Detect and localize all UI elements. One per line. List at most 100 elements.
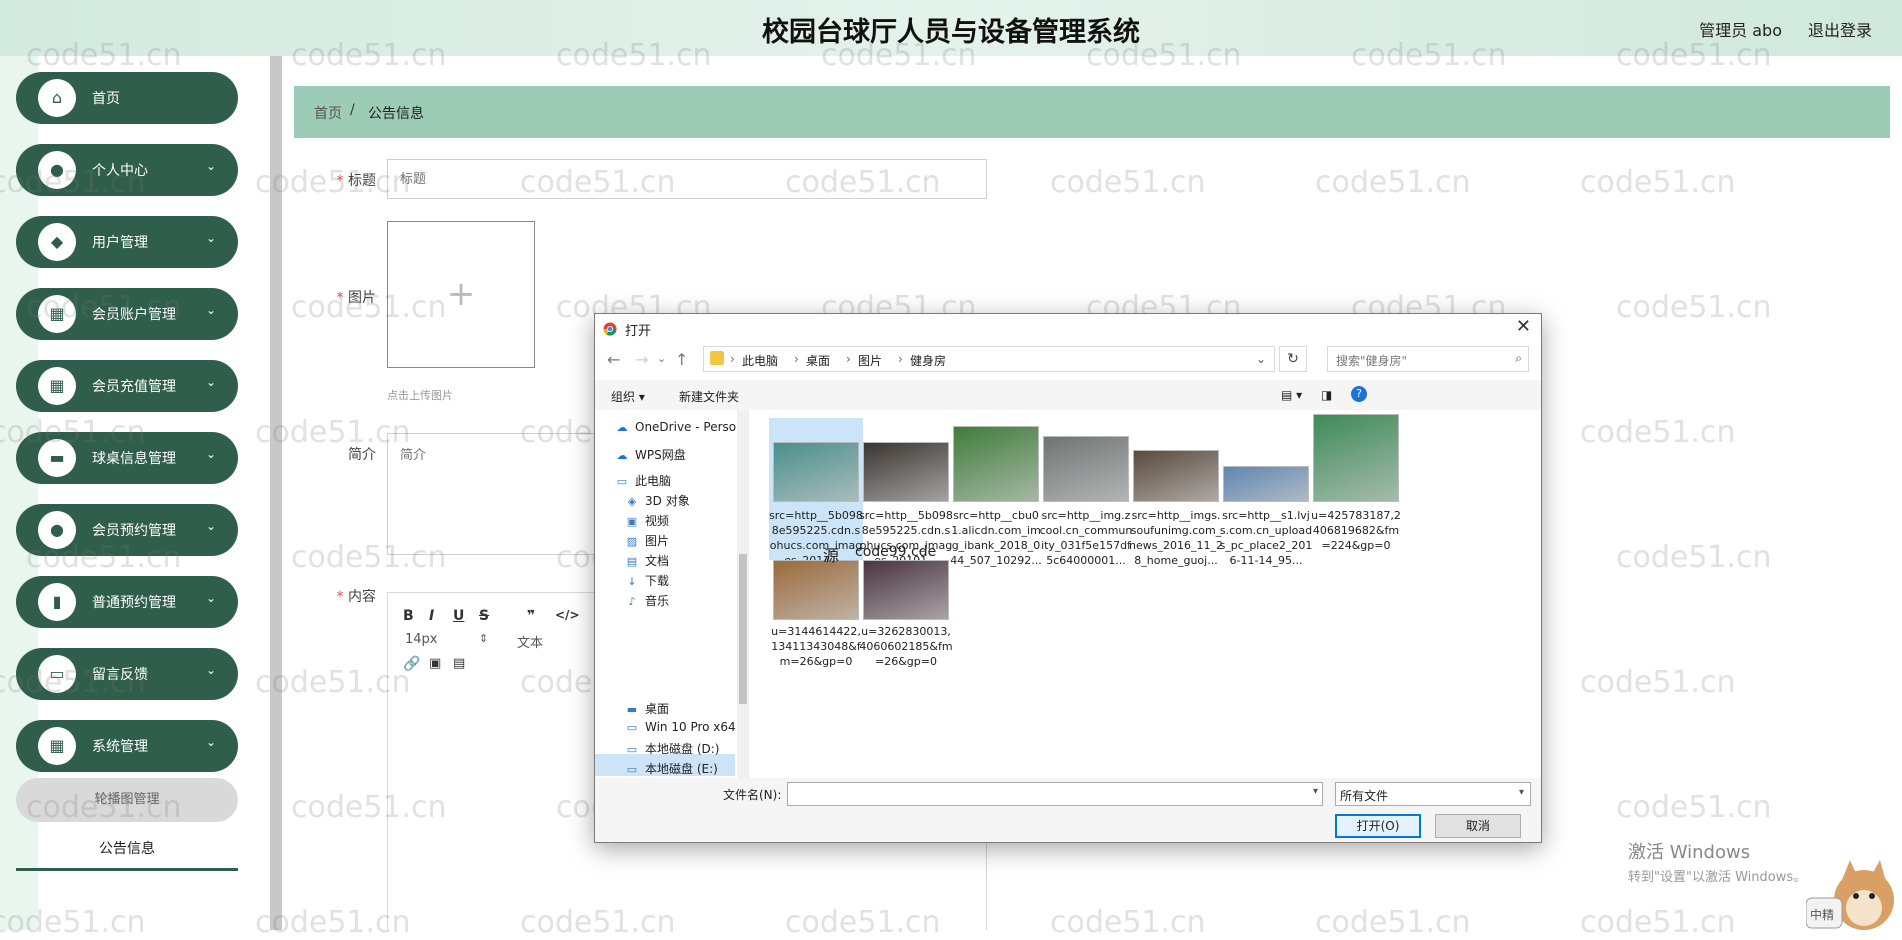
watermark-text: code51.cn [1616, 38, 1772, 73]
dialog-title: 打开 [625, 324, 652, 339]
watermark-text: code51.cn [1050, 905, 1206, 940]
file-name: u=425783187,2406819682&fm=224&gp=0 [1311, 509, 1401, 552]
tree-item-label: 图片 [645, 534, 670, 548]
recent-chevron-icon[interactable]: ⌄ [657, 352, 666, 365]
watermark-text: code51.cn [255, 665, 411, 700]
file-item[interactable]: src=http__img.zcool.cn_community_031f5e1… [1039, 418, 1133, 567]
open-button[interactable]: 打开(O) [1335, 814, 1421, 838]
path-segment-3[interactable]: 健身房 [910, 352, 946, 369]
up-arrow-icon[interactable]: ↑ [675, 350, 688, 369]
help-icon[interactable]: ? [1351, 386, 1367, 402]
file-item[interactable]: u=3262830013,4060602185&fm=26&gp=0 [859, 558, 953, 700]
file-list: src=http__5b0988e595225.cdn.sohucs.com_i… [751, 410, 1541, 778]
path-segment-2[interactable]: 图片 [858, 352, 882, 369]
path-sep-icon: › [898, 352, 903, 366]
grid-icon: ▦ [38, 367, 76, 405]
font-size-select[interactable]: 14px [405, 632, 438, 647]
image-insert-icon[interactable]: ▣ [429, 656, 441, 671]
tree-item-5[interactable]: ▨ 图片 [625, 532, 669, 549]
picture-icon: ▨ [626, 535, 638, 548]
file-item[interactable]: u=425783187,2406819682&fm=224&gp=0 [1309, 414, 1403, 560]
computer-icon: ▭ [616, 475, 628, 488]
breadcrumb: 首页 / 公告信息 [294, 86, 1890, 138]
watermark-text: code51.cn [291, 38, 447, 73]
tree-item-label: 本地磁盘 (D:) [645, 742, 720, 756]
path-sep-icon: › [794, 352, 799, 366]
file-item[interactable]: src=http__s1.lvjs.com.cn_uploads_pc_plac… [1219, 418, 1313, 567]
video-insert-icon[interactable]: ▤ [453, 656, 465, 671]
navigation-tree: ☁ OneDrive - Perso ☁ WPS网盘 ▭ 此电脑 ◈ 3D 对象 ▣ 视频 ▨ 图片 ▤… [595, 410, 737, 778]
tree-item-7[interactable]: ↓ 下载 [625, 572, 669, 589]
tree-item-10[interactable]: ▭ Win 10 Pro x64 [625, 720, 736, 734]
address-bar[interactable]: › 此电脑 › 桌面 › 图片 › 健身房 ⌄ [703, 346, 1275, 372]
tree-item-11[interactable]: ▭ 本地磁盘 (D:) [625, 740, 720, 757]
view-options-icon[interactable]: ▤ ▾ [1281, 388, 1302, 402]
folder-icon [710, 351, 724, 365]
file-item[interactable]: src=http__5b0988e595225.cdn.sohucs.com_i… [769, 418, 863, 567]
watermark-text: code51.cn [1580, 905, 1736, 940]
watermark-text: code51.cn [255, 905, 411, 940]
preview-pane-icon[interactable]: ◨ [1321, 388, 1332, 402]
filetype-select[interactable]: 所有文件 ▾ [1335, 782, 1531, 806]
tree-item-6[interactable]: ▤ 文档 [625, 552, 669, 569]
tree-item-label: 此电脑 [635, 474, 672, 488]
italic-button[interactable]: I [429, 608, 434, 624]
windows-activation-hint: 转到"设置"以激活 Windows。 [1628, 870, 1807, 885]
logout-button[interactable]: 退出登录 [1808, 17, 1872, 41]
chevron-down-icon[interactable]: ⌄ [1256, 352, 1266, 366]
text-style-select[interactable]: 文本 [517, 632, 543, 651]
chevron-down-icon[interactable]: ▾ [1313, 786, 1318, 797]
file-item[interactable]: src=http__cbu01.alicdn.com_img_ibank_201… [949, 418, 1043, 567]
drive-icon: ▭ [626, 721, 638, 734]
breadcrumb-home[interactable]: 首页 [314, 103, 342, 123]
organize-menu[interactable]: 组织 ▾ [611, 388, 645, 405]
forward-arrow-icon[interactable]: → [635, 350, 648, 369]
sidebar-subitem-announcement[interactable]: 公告信息 [16, 827, 238, 871]
tree-item-label: 音乐 [645, 594, 670, 608]
strike-button[interactable]: S [479, 608, 489, 624]
tree-item-12[interactable]: ▭ 本地磁盘 (E:) [625, 760, 718, 777]
breadcrumb-separator: / [350, 102, 355, 118]
close-icon[interactable]: ✕ [1516, 316, 1531, 337]
sidebar-item-7[interactable]: ▮ 普通预约管理 ⌄ [16, 576, 238, 628]
sidebar-item-4[interactable]: ▦ 会员充值管理 ⌄ [16, 360, 238, 412]
tree-item-label: 本地磁盘 (E:) [645, 762, 718, 776]
tree-item-3[interactable]: ◈ 3D 对象 [625, 492, 690, 509]
bold-button[interactable]: B [403, 608, 414, 624]
code-button[interactable]: </> [555, 608, 580, 622]
cancel-button[interactable]: 取消 [1435, 814, 1521, 838]
file-item[interactable]: src=http__imgs.soufunimg.com_news_2016_1… [1129, 418, 1223, 567]
chevron-down-icon: ⌄ [205, 159, 216, 173]
dialog-footer: 文件名(N): ▾ 所有文件 ▾ 打开(O) 取消 [595, 778, 1541, 842]
chevron-down-icon: ⌄ [205, 519, 216, 533]
back-arrow-icon[interactable]: ← [607, 350, 620, 369]
sidebar-item-0[interactable]: ⌂ 首页 [16, 72, 238, 124]
path-segment-0[interactable]: 此电脑 [742, 352, 778, 369]
watermark-text: code51.cn [291, 790, 447, 825]
tree-item-9[interactable]: ▬ 桌面 [625, 700, 669, 717]
tree-item-4[interactable]: ▣ 视频 [625, 512, 669, 529]
refresh-icon[interactable]: ↻ [1279, 346, 1307, 372]
overlay-text: 源 [823, 546, 840, 565]
watermark-text: code51.cn [1050, 165, 1206, 200]
search-input[interactable]: 搜索"健身房" ⌕ [1327, 346, 1529, 372]
quote-button[interactable]: ❞ [527, 608, 535, 624]
sidebar-item-2[interactable]: ◆ 用户管理 ⌄ [16, 216, 238, 268]
tree-item-2[interactable]: ▭ 此电脑 [615, 472, 671, 489]
new-folder-button[interactable]: 新建文件夹 [679, 388, 739, 405]
tree-item-1[interactable]: ☁ WPS网盘 [615, 446, 686, 463]
file-item[interactable]: src=http__5b0988e595225.cdn.sohucs.com_i… [859, 418, 953, 567]
sidebar-item-9[interactable]: ▦ 系统管理 ⌄ [16, 720, 238, 772]
watermark-text: code51.cn [1616, 540, 1772, 575]
filename-input[interactable]: ▾ [787, 782, 1323, 806]
chevron-down-icon: ⌄ [205, 303, 216, 317]
content-field-label: * 内容 [336, 589, 376, 605]
tree-item-0[interactable]: ☁ OneDrive - Perso [615, 420, 737, 434]
watermark-text: code51.cn [0, 165, 146, 200]
tree-scrollbar-thumb[interactable] [739, 554, 747, 704]
file-item[interactable]: u=3144614422,13411343048&fm=26&gp=0 [769, 558, 863, 700]
underline-button[interactable]: U [453, 608, 464, 624]
path-segment-1[interactable]: 桌面 [806, 352, 830, 369]
tree-item-8[interactable]: ♪ 音乐 [625, 592, 669, 609]
file-thumbnail-image [953, 426, 1039, 502]
